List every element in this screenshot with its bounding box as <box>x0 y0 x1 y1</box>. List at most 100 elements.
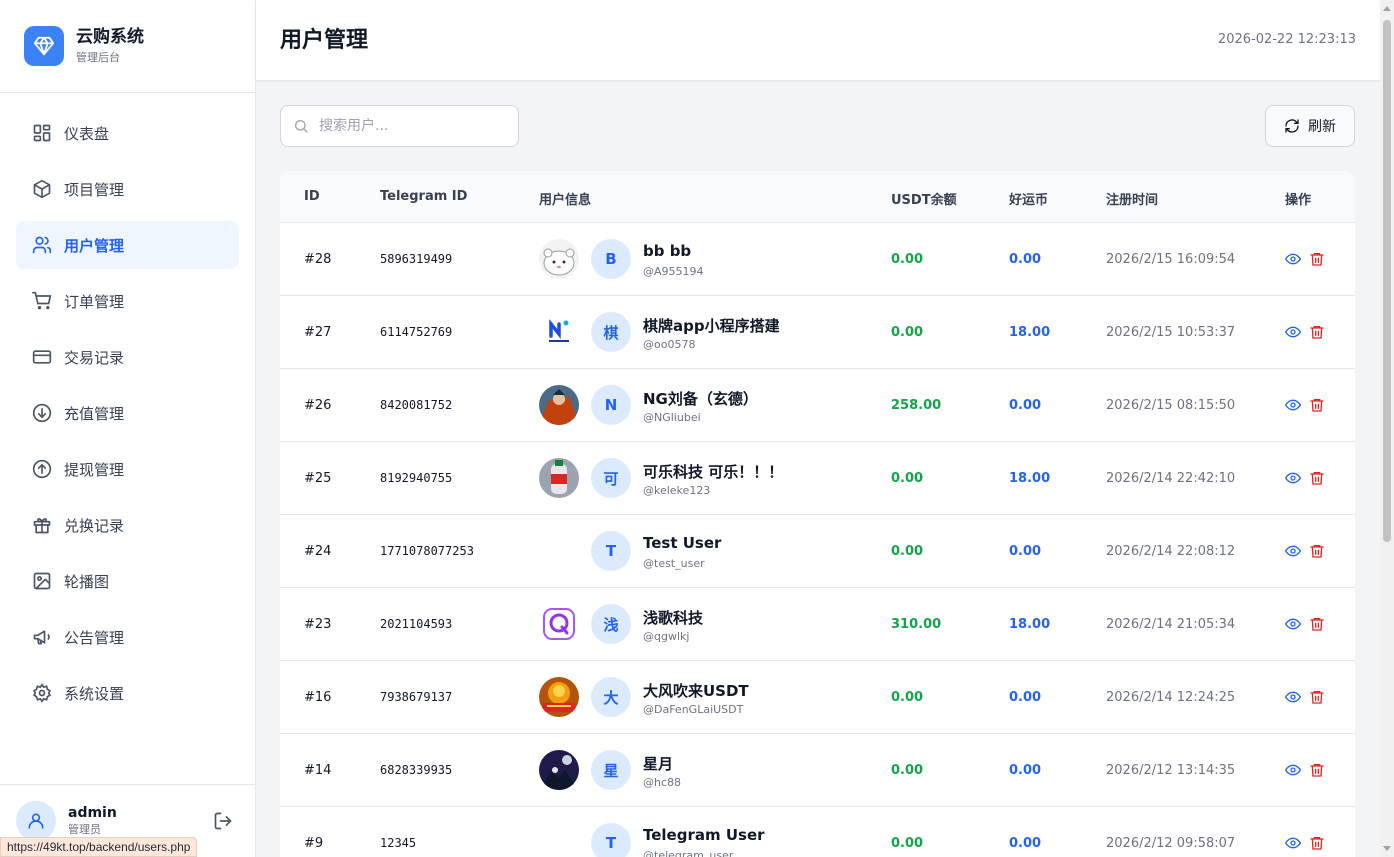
view-eye-icon[interactable] <box>1285 470 1301 486</box>
sidebar-item-dashboard[interactable]: 仪表盘 <box>16 109 239 157</box>
view-eye-icon[interactable] <box>1285 689 1301 705</box>
user-handle: @hc88 <box>643 776 682 789</box>
user-handle: @DaFenGLaiUSDT <box>643 703 744 716</box>
sidebar-item-announcements[interactable]: 公告管理 <box>16 613 239 661</box>
register-time: 2026/2/12 13:14:35 <box>1106 763 1236 778</box>
search-box[interactable] <box>280 105 519 147</box>
user-id: #23 <box>304 617 332 632</box>
usdt-balance: 0.00 <box>891 763 924 778</box>
sidebar-item-transactions[interactable]: 交易记录 <box>16 333 239 381</box>
brand-name: 云购系统 <box>76 27 144 47</box>
sidebar-item-redeem[interactable]: 兑换记录 <box>16 501 239 549</box>
view-eye-icon[interactable] <box>1285 616 1301 632</box>
column-header: 操作 <box>1285 193 1312 208</box>
users-table: ID Telegram ID 用户信息 USDT余额 好运币 注册时间 操作 #… <box>280 171 1355 857</box>
lucky-coin-balance: 0.00 <box>1009 398 1042 413</box>
sidebar-item-projects[interactable]: 项目管理 <box>16 165 239 213</box>
delete-trash-icon[interactable] <box>1309 762 1325 778</box>
telegram-id: 5896319499 <box>380 252 453 266</box>
register-time: 2026/2/14 22:08:12 <box>1106 544 1236 559</box>
view-eye-icon[interactable] <box>1285 543 1301 559</box>
sidebar-item-settings[interactable]: 系统设置 <box>16 669 239 717</box>
table-row: #26 8420081752 N NG刘备（玄德） @NGliubei 258.… <box>280 369 1355 442</box>
sidebar-item-orders[interactable]: 订单管理 <box>16 277 239 325</box>
search-icon <box>295 120 308 133</box>
refresh-button[interactable]: 刷新 <box>1265 105 1355 147</box>
sidebar-item-withdraw[interactable]: 提现管理 <box>16 445 239 493</box>
user-display-name: 浅歌科技 <box>643 609 704 627</box>
card-icon <box>32 350 52 364</box>
users-icon <box>32 236 52 254</box>
user-display-name: 可乐科技 可乐！！！ <box>643 463 784 481</box>
telegram-id: 8420081752 <box>380 398 453 412</box>
box-icon <box>33 179 51 199</box>
register-time: 2026/2/15 16:09:54 <box>1106 252 1236 267</box>
row-actions <box>1285 470 1325 486</box>
sidebar-item-label: 兑换记录 <box>64 516 125 535</box>
avatar-letter: 星 <box>591 750 631 790</box>
lucky-coin-balance: 0.00 <box>1009 252 1042 267</box>
page-scrollbar[interactable] <box>1380 0 1394 857</box>
delete-trash-icon[interactable] <box>1309 616 1325 632</box>
column-header: 好运币 <box>1009 193 1049 208</box>
row-actions <box>1285 689 1325 705</box>
avatar-letter: B <box>591 239 631 279</box>
view-eye-icon[interactable] <box>1285 324 1301 340</box>
view-eye-icon[interactable] <box>1285 762 1301 778</box>
search-input[interactable] <box>319 118 499 134</box>
delete-trash-icon[interactable] <box>1309 251 1325 267</box>
table-row: #9 12345 T Telegram User @telegram_user … <box>280 807 1355 857</box>
usdt-balance: 310.00 <box>891 617 942 632</box>
register-time: 2026/2/14 12:24:25 <box>1106 690 1236 705</box>
user-handle: @test_user <box>643 557 705 570</box>
sidebar-item-label: 用户管理 <box>64 236 125 255</box>
column-header: 注册时间 <box>1106 193 1159 208</box>
avatar-letter: N <box>591 385 631 425</box>
column-header: USDT余额 <box>891 193 957 208</box>
telegram-id: 2021104593 <box>380 617 453 631</box>
scroll-down-arrow-icon[interactable] <box>1383 846 1391 851</box>
telegram-id: 8192940755 <box>380 471 453 485</box>
usdt-balance: 258.00 <box>891 398 942 413</box>
sidebar-nav: 仪表盘 项目管理 用户管理 订单管理 交易记录 充值管理 提现管理 兑换记录 轮… <box>0 93 255 717</box>
avatar-letter: 可 <box>591 458 631 498</box>
avatar-letter: T <box>591 531 631 571</box>
user-display-name: bb bb <box>643 242 692 260</box>
sidebar-item-banners[interactable]: 轮播图 <box>16 557 239 605</box>
logout-icon[interactable] <box>213 811 233 835</box>
register-time: 2026/2/15 08:15:50 <box>1106 398 1236 413</box>
user-id: #14 <box>304 763 332 778</box>
brand: 云购系统 管理后台 <box>0 0 255 93</box>
delete-trash-icon[interactable] <box>1309 397 1325 413</box>
user-photo <box>539 312 579 352</box>
delete-trash-icon[interactable] <box>1309 835 1325 851</box>
user-id: #25 <box>304 471 332 486</box>
avatar-letter: T <box>591 823 631 857</box>
sidebar-item-label: 仪表盘 <box>64 124 110 143</box>
usdt-balance: 0.00 <box>891 325 924 340</box>
row-actions <box>1285 616 1325 632</box>
view-eye-icon[interactable] <box>1285 251 1301 267</box>
sidebar-item-users[interactable]: 用户管理 <box>16 221 239 269</box>
dashboard-icon <box>33 124 51 142</box>
delete-trash-icon[interactable] <box>1309 470 1325 486</box>
user-handle: @A955194 <box>643 265 704 278</box>
user-icon <box>28 813 44 829</box>
user-handle: @oo0578 <box>643 338 696 351</box>
view-eye-icon[interactable] <box>1285 835 1301 851</box>
user-id: #24 <box>304 544 332 559</box>
sidebar-item-recharge[interactable]: 充值管理 <box>16 389 239 437</box>
view-eye-icon[interactable] <box>1285 397 1301 413</box>
scroll-up-arrow-icon[interactable] <box>1383 6 1391 11</box>
avatar-letter: 大 <box>591 677 631 717</box>
table-header: ID Telegram ID 用户信息 USDT余额 好运币 注册时间 操作 <box>280 171 1355 223</box>
scrollbar-thumb[interactable] <box>1383 20 1391 542</box>
telegram-id: 12345 <box>380 836 417 850</box>
cart-icon <box>32 291 52 310</box>
delete-trash-icon[interactable] <box>1309 543 1325 559</box>
image-icon <box>33 572 51 590</box>
delete-trash-icon[interactable] <box>1309 324 1325 340</box>
row-actions <box>1285 762 1325 778</box>
user-name: admin <box>68 805 117 821</box>
delete-trash-icon[interactable] <box>1309 689 1325 705</box>
